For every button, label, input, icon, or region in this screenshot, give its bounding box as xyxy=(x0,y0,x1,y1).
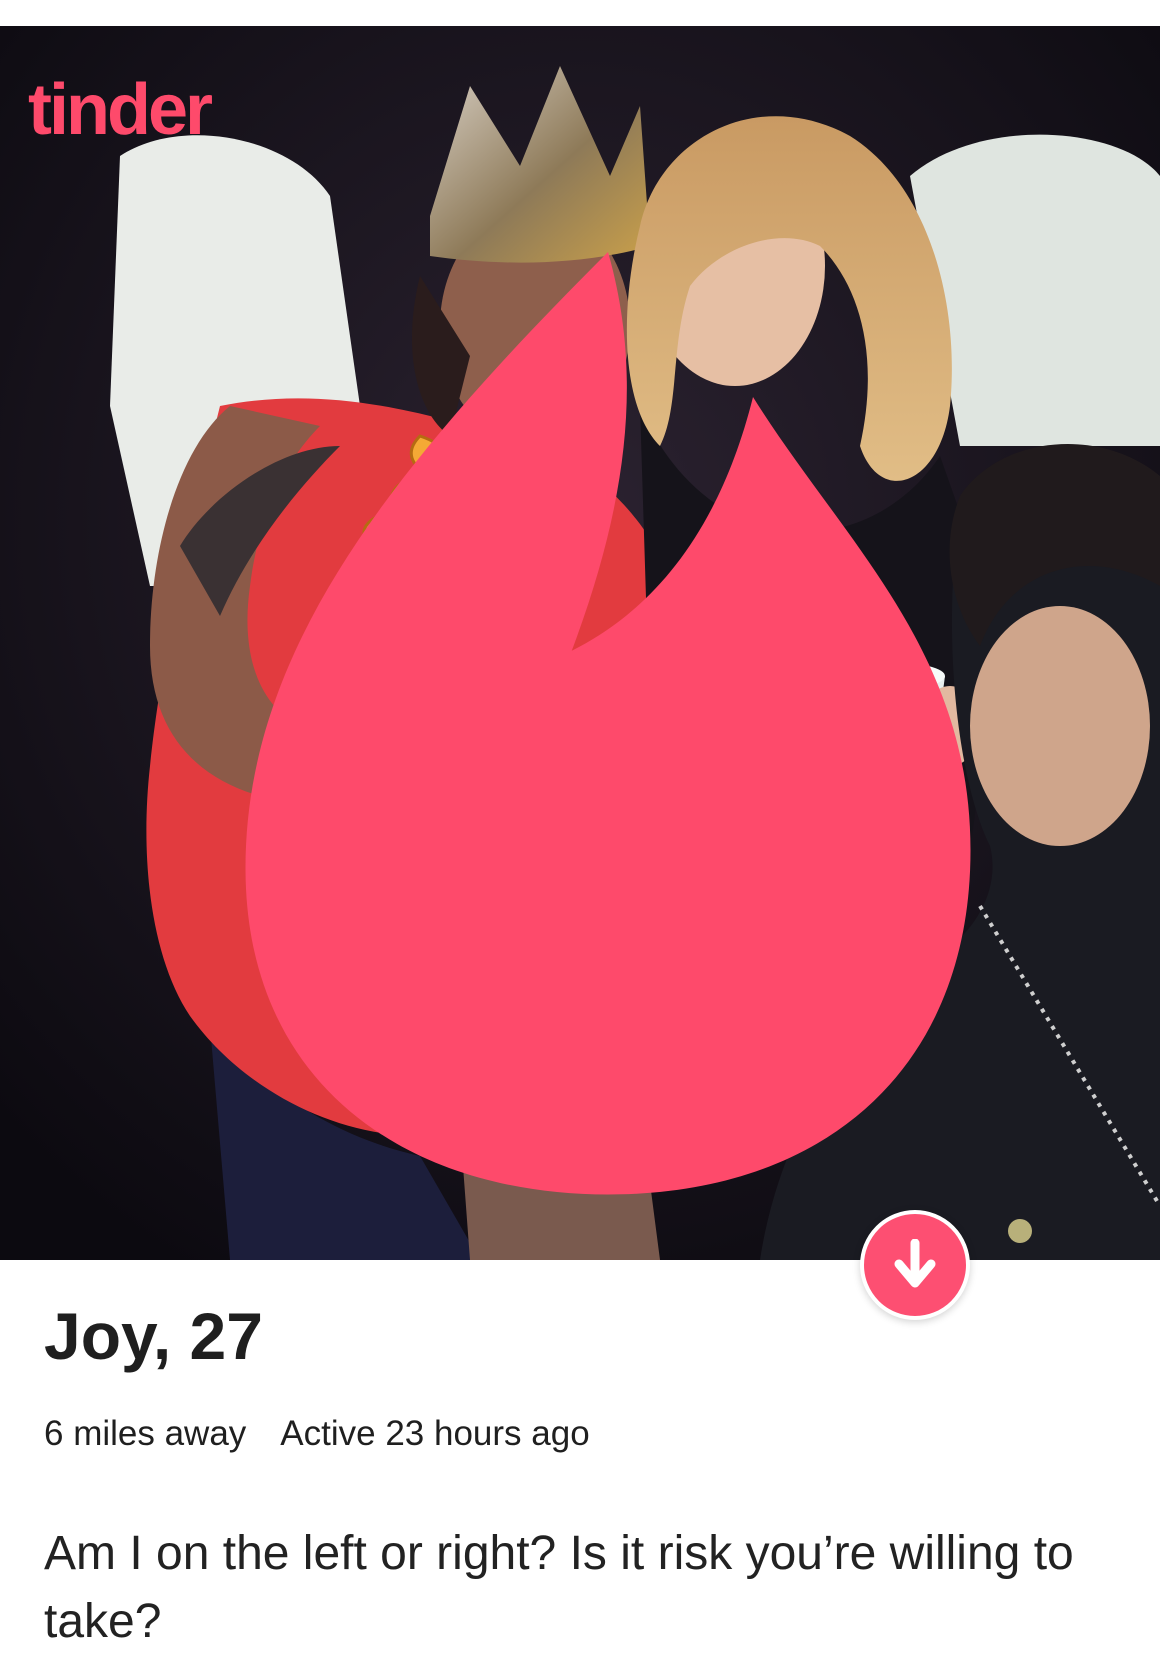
tinder-logo: tinder xyxy=(28,70,971,1195)
arrow-down-icon xyxy=(894,1239,936,1288)
profile-bio: Am I on the left or right? Is it risk yo… xyxy=(44,1527,1074,1648)
flame-icon xyxy=(245,252,971,1195)
info-button[interactable] xyxy=(860,1210,970,1320)
profile-name-age: Joy, 27 xyxy=(44,1299,263,1373)
profile-photo[interactable]: tinder xyxy=(0,26,1160,1260)
profile-meta: 6 miles away Active 23 hours ago xyxy=(44,1414,590,1454)
activity-label: Active 23 hours ago xyxy=(280,1414,590,1453)
distance-label: 6 miles away xyxy=(44,1414,247,1453)
